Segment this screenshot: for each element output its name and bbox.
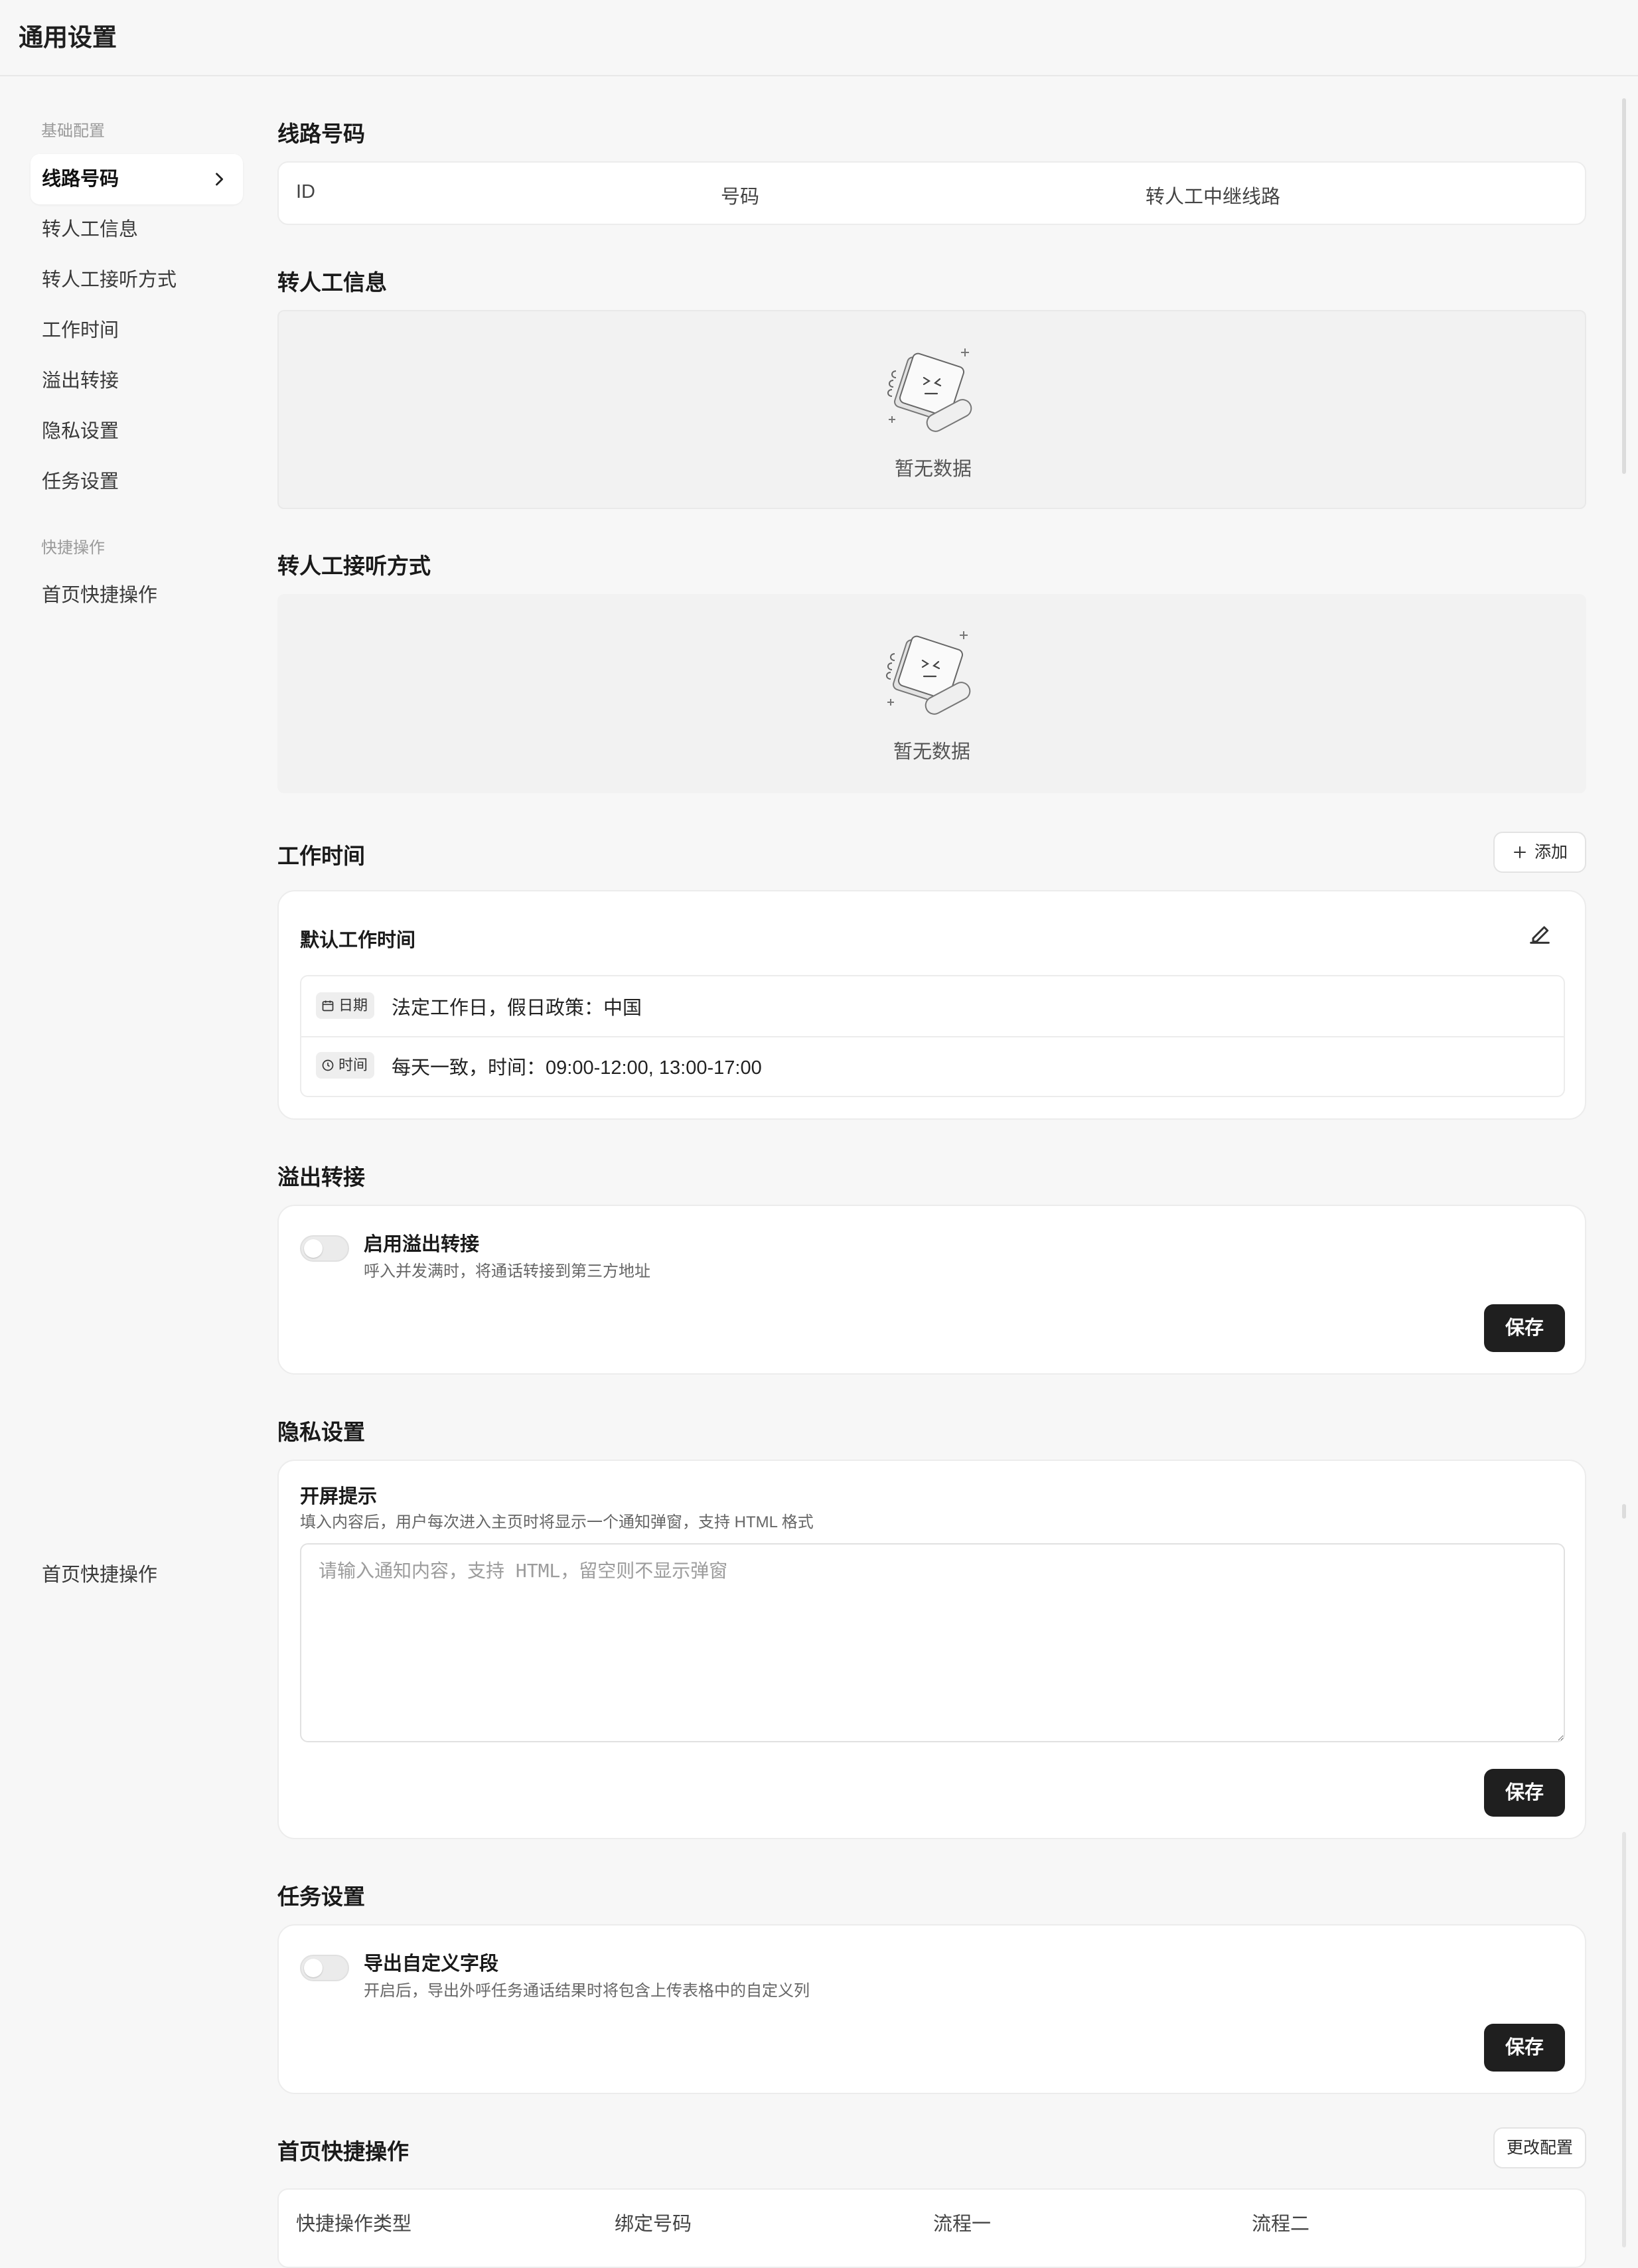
sidebar-group-basic: 基础配置 <box>41 122 105 140</box>
column-header-shortcut-type: 快捷操作类型 <box>296 2214 412 2235</box>
transfer-answer-empty: 暂无数据 <box>277 594 1586 793</box>
calendar-icon <box>322 1000 334 1012</box>
sidebar-item-privacy[interactable]: 隐私设置 <box>31 406 243 457</box>
splash-notice-desc: 填入内容后，用户每次进入主页时将显示一个通知弹窗，支持 HTML 格式 <box>300 1513 814 1531</box>
privacy-save-button[interactable]: 保存 <box>1484 1769 1565 1817</box>
time-tag: 时间 <box>316 1052 375 1079</box>
task-save-button[interactable]: 保存 <box>1484 2024 1565 2072</box>
empty-text: 暂无数据 <box>894 459 972 480</box>
time-rule-text: 每天一致，时间：09:00-12:00, 13:00-17:00 <box>392 1057 762 1079</box>
sidebar-item-overflow[interactable]: 溢出转接 <box>31 356 243 406</box>
overflow-option-title: 启用溢出转接 <box>364 1234 480 1255</box>
column-header-flow-two: 流程二 <box>1252 2214 1310 2235</box>
sidebar-item-shortcuts-floating[interactable]: 首页快捷操作 <box>31 1550 243 1600</box>
sidebar-item-work-time[interactable]: 工作时间 <box>31 305 243 356</box>
column-header-flow-one: 流程一 <box>933 2214 992 2235</box>
work-time-card-title: 默认工作时间 <box>300 930 416 951</box>
section-title-lines: 线路号码 <box>277 121 365 146</box>
splash-notice-title: 开屏提示 <box>300 1486 378 1507</box>
task-option-desc: 开启后，导出外呼任务通话结果时将包含上传表格中的自定义列 <box>364 1982 810 2000</box>
column-header-id: ID <box>296 181 315 202</box>
date-rule-text: 法定工作日，假日政策：中国 <box>392 998 642 1019</box>
scrollbar-track-lower[interactable] <box>1622 1832 1626 2247</box>
sidebar-item-label: 线路号码 <box>42 169 119 190</box>
divider <box>301 1036 1564 1037</box>
sidebar-group-shortcuts: 快捷操作 <box>41 539 105 557</box>
task-option-title: 导出自定义字段 <box>364 1953 499 1975</box>
chevron-right-icon <box>216 173 224 186</box>
section-title-task: 任务设置 <box>277 1884 365 1909</box>
sidebar-item-transfer-answer[interactable]: 转人工接听方式 <box>31 255 243 305</box>
page-title: 通用设置 <box>19 24 117 51</box>
empty-notebook-icon <box>887 348 972 432</box>
work-time-detail-list: 日期 法定工作日，假日政策：中国 时间 每天一致，时间：09:00-12:00,… <box>300 975 1565 1097</box>
sidebar-item-shortcuts[interactable]: 首页快捷操作 <box>31 570 243 621</box>
change-config-button[interactable]: 更改配置 <box>1493 2127 1586 2168</box>
splash-notice-textarea[interactable] <box>300 1543 1565 1742</box>
plus-icon <box>1513 846 1526 858</box>
overflow-toggle[interactable] <box>300 1235 349 1262</box>
shortcuts-table: 快捷操作类型 绑定号码 流程一 流程二 <box>277 2188 1586 2268</box>
overflow-card: 启用溢出转接 呼入并发满时，将通话转接到第三方地址 保存 <box>277 1205 1586 1375</box>
sidebar-item-lines[interactable]: 线路号码 <box>31 154 243 204</box>
section-title-work-time: 工作时间 <box>277 844 365 868</box>
lines-table: ID 号码 转人工中继线路 <box>277 161 1586 225</box>
scrollbar-thumb[interactable] <box>1622 98 1626 474</box>
clock-icon <box>322 1059 334 1071</box>
add-button-label: 添加 <box>1534 843 1568 862</box>
section-title-transfer-info: 转人工信息 <box>277 270 387 295</box>
column-header-trunk: 转人工中继线路 <box>1146 187 1281 208</box>
overflow-save-button[interactable]: 保存 <box>1484 1304 1565 1352</box>
privacy-card: 开屏提示 填入内容后，用户每次进入主页时将显示一个通知弹窗，支持 HTML 格式… <box>277 1460 1586 1839</box>
overflow-option-desc: 呼入并发满时，将通话转接到第三方地址 <box>364 1262 650 1280</box>
date-tag: 日期 <box>316 992 375 1019</box>
top-bar: 通用设置 <box>0 0 1638 76</box>
empty-text: 暂无数据 <box>893 741 970 763</box>
task-card: 导出自定义字段 开启后，导出外呼任务通话结果时将包含上传表格中的自定义列 保存 <box>277 1924 1586 2094</box>
work-time-card: 默认工作时间 日期 法定工作日，假日政策：中国 时间 每天一致，时间：09:00… <box>277 890 1586 1120</box>
section-title-transfer-answer: 转人工接听方式 <box>277 554 431 578</box>
column-header-number: 号码 <box>721 187 760 208</box>
column-header-bound-number: 绑定号码 <box>615 2214 692 2235</box>
edit-icon[interactable] <box>1526 921 1553 947</box>
section-title-privacy: 隐私设置 <box>277 1420 365 1444</box>
sidebar-item-task[interactable]: 任务设置 <box>31 457 243 507</box>
toggle-knob <box>304 1239 323 1258</box>
empty-notebook-icon <box>886 631 971 715</box>
sidebar-item-transfer-info[interactable]: 转人工信息 <box>31 204 243 255</box>
main-content: 线路号码 ID 号码 转人工中继线路 转人工信息 暂无数据 转人工接听方式 暂无… <box>277 76 1605 2268</box>
add-work-time-button[interactable]: 添加 <box>1493 832 1586 873</box>
time-tag-label: 时间 <box>338 1057 368 1073</box>
section-title-shortcuts: 首页快捷操作 <box>277 2139 409 2164</box>
section-title-overflow: 溢出转接 <box>277 1165 365 1189</box>
export-custom-fields-toggle[interactable] <box>300 1955 349 1981</box>
transfer-info-empty: 暂无数据 <box>277 310 1586 509</box>
date-tag-label: 日期 <box>338 997 368 1014</box>
scrollbar-marker <box>1622 1504 1626 1519</box>
toggle-knob <box>304 1959 323 1977</box>
sidebar-nav: 基础配置 线路号码 转人工信息 转人工接听方式 工作时间 溢出转接 隐私设置 任… <box>0 76 252 2247</box>
